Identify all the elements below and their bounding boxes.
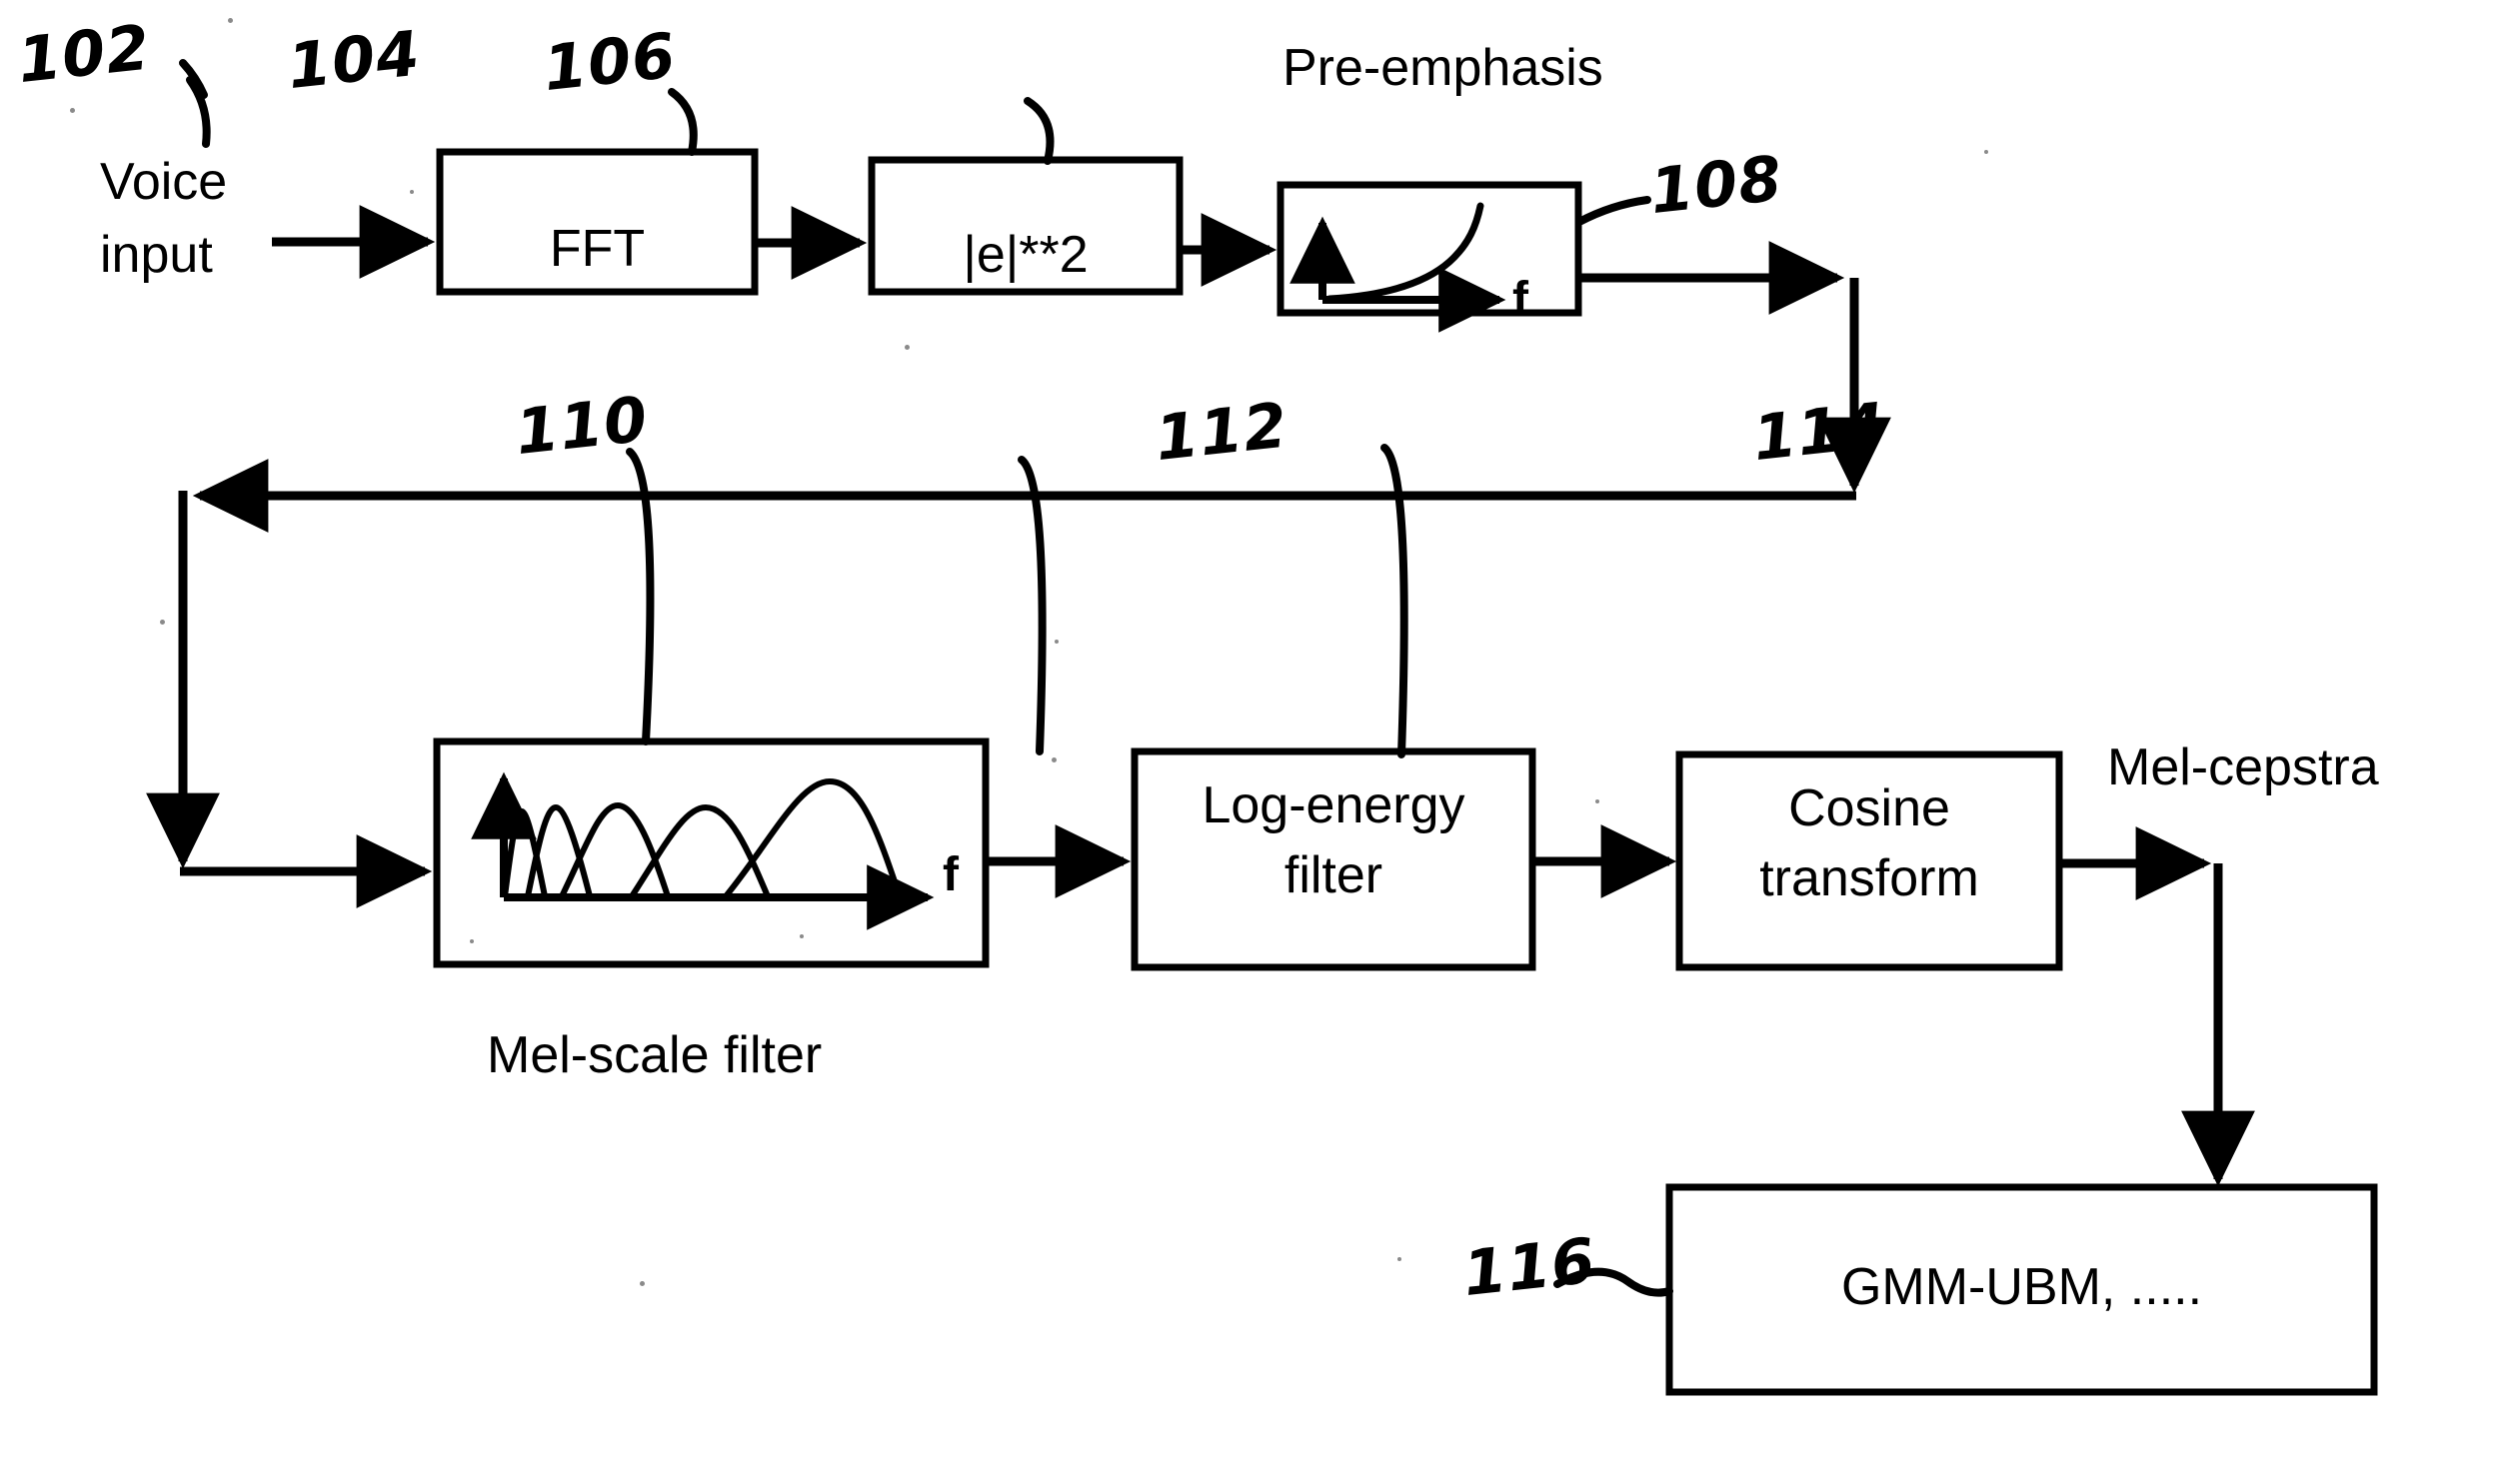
reference-numeral-116: 116 (1459, 1223, 1599, 1311)
reference-numeral-108: 108 (1646, 141, 1786, 229)
mel-scale-filter-box (433, 737, 990, 968)
scan-speck (470, 939, 474, 943)
cosine-transform-box-label-line1: Cosine (1788, 779, 1950, 837)
leader-104 (668, 88, 698, 156)
magnitude-squared-box-label: |e|**2 (963, 226, 1089, 284)
scan-speck (1052, 757, 1057, 762)
scan-speck (160, 620, 165, 625)
voice-input-label-line2: input (100, 226, 213, 284)
scan-speck (410, 190, 414, 194)
cosine-transform-box-label-line2: transform (1759, 849, 1979, 907)
scan-speck (1397, 1257, 1401, 1261)
log-energy-filter-box-label-line1: Log-energy (1202, 776, 1465, 834)
patent-figure: 102 104 106 108 110 112 114 116 Voice in… (0, 0, 2520, 1466)
reference-numeral-102: 102 (14, 10, 154, 98)
scan-speck (1595, 799, 1599, 803)
mel-filter-frequency-axis-label: f (943, 848, 959, 901)
pre-emphasis-caption: Pre-emphasis (1282, 39, 1603, 97)
log-energy-filter-box-label-line2: filter (1283, 846, 1383, 904)
scan-speck (228, 18, 233, 23)
mel-filter-inset-chart (471, 771, 935, 930)
scan-speck (1055, 640, 1059, 644)
mel-filter-band-5 (723, 777, 903, 898)
reference-numeral-114: 114 (1749, 388, 1889, 476)
leader-106 (1024, 97, 1055, 165)
scan-speck (905, 345, 910, 350)
pre-emphasis-inset-chart (1289, 202, 1506, 333)
scan-speck (1984, 150, 1988, 154)
scan-speck (70, 108, 75, 113)
reference-numeral-110: 110 (512, 382, 652, 470)
reference-numeral-106: 106 (540, 18, 680, 106)
leader-112 (1018, 456, 1047, 755)
figure-linework (146, 59, 2378, 1396)
voice-input-label-line1: Voice (100, 153, 228, 211)
scan-speck (640, 1281, 645, 1286)
reference-numeral-104: 104 (284, 16, 424, 104)
mel-cepstra-caption: Mel-cepstra (2107, 738, 2379, 796)
gmm-ubm-box-label: GMM-UBM, ..... (1840, 1258, 2203, 1316)
pre-emphasis-frequency-axis-label: f (1512, 273, 1528, 326)
mel-scale-filter-caption: Mel-scale filter (487, 1026, 823, 1084)
reference-numeral-112: 112 (1152, 388, 1291, 476)
scan-speck (800, 934, 804, 938)
fft-box-label: FFT (549, 220, 646, 278)
pre-emphasis-curve (1325, 202, 1484, 303)
leader-108 (1575, 196, 1651, 226)
